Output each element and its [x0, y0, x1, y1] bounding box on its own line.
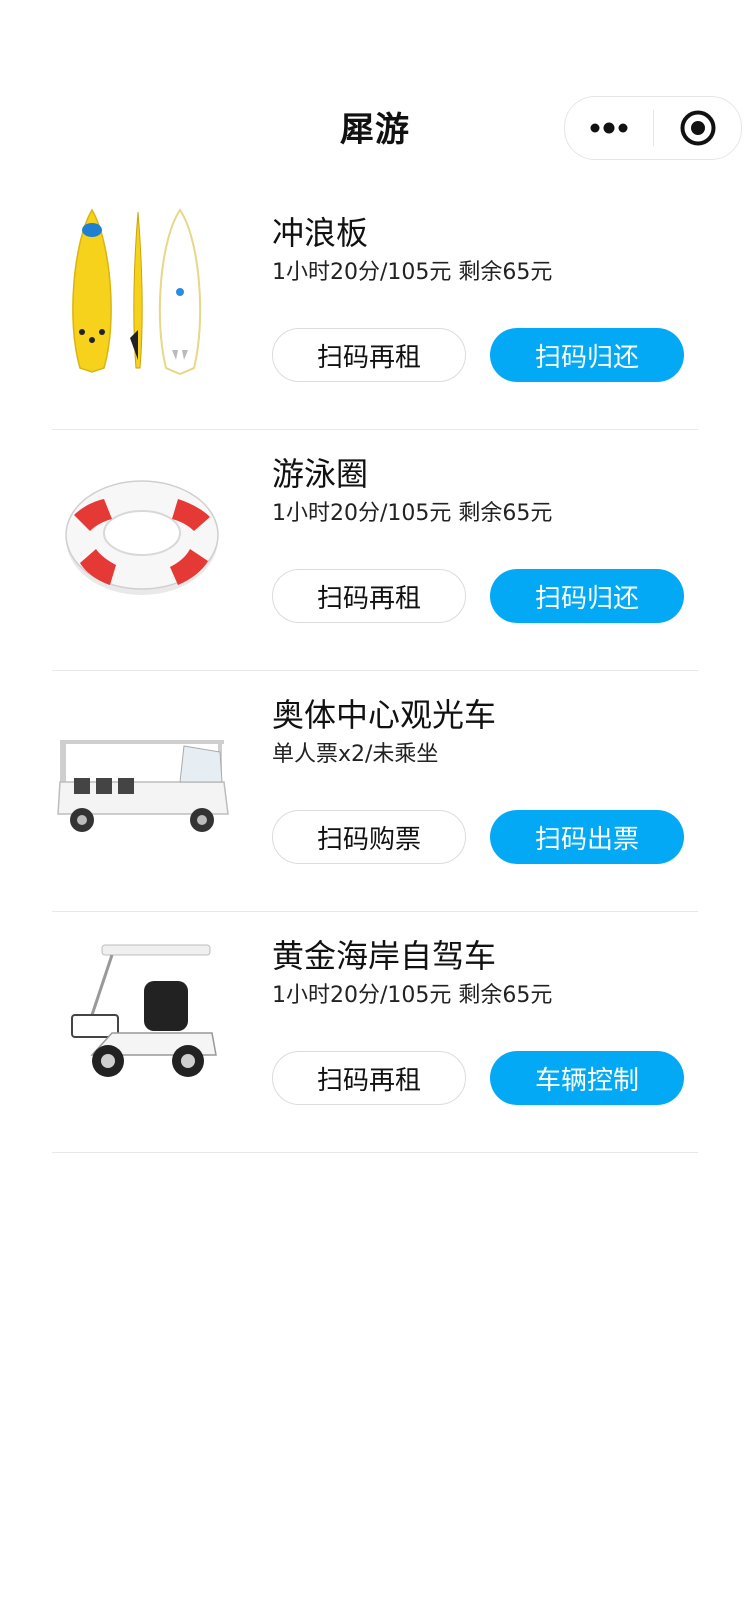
list-item: 奥体中心观光车 单人票x2/未乘坐 扫码购票 扫码出票: [52, 672, 698, 912]
item-name: 游泳圈: [272, 455, 369, 493]
item-desc: 1小时20分/105元 剩余65元: [272, 983, 553, 1008]
mobility-scooter-image: [52, 923, 232, 1103]
list-item: 黄金海岸自驾车 1小时20分/105元 剩余65元 扫码再租 车辆控制: [52, 913, 698, 1153]
page: 犀游 冲浪板 1小时20分/105元 剩余65元 扫码再租 扫码归还 游泳圈 1…: [0, 0, 750, 1624]
list-item: 冲浪板 1小时20分/105元 剩余65元 扫码再租 扫码归还: [52, 190, 698, 430]
swim-ring-image: [52, 441, 232, 621]
rent-again-button[interactable]: 扫码再租: [272, 328, 466, 382]
rent-again-button[interactable]: 扫码再租: [272, 1051, 466, 1105]
more-button[interactable]: [565, 97, 653, 159]
item-desc: 单人票x2/未乘坐: [272, 742, 439, 767]
buy-ticket-button[interactable]: 扫码购票: [272, 810, 466, 864]
nav-bar: 犀游: [0, 90, 750, 162]
item-desc: 1小时20分/105元 剩余65元: [272, 501, 553, 526]
mini-program-capsule: [564, 96, 742, 160]
item-desc: 1小时20分/105元 剩余65元: [272, 260, 553, 285]
rent-again-button[interactable]: 扫码再租: [272, 569, 466, 623]
return-button[interactable]: 扫码归还: [490, 328, 684, 382]
more-dots-icon: [590, 122, 628, 134]
close-button[interactable]: [654, 97, 741, 159]
vehicle-control-button[interactable]: 车辆控制: [490, 1051, 684, 1105]
rental-list: 冲浪板 1小时20分/105元 剩余65元 扫码再租 扫码归还 游泳圈 1小时2…: [52, 190, 698, 1154]
surfboard-image: [52, 200, 232, 380]
sightseeing-cart-image: [52, 682, 232, 862]
list-item: 游泳圈 1小时20分/105元 剩余65元 扫码再租 扫码归还: [52, 431, 698, 671]
return-button[interactable]: 扫码归还: [490, 569, 684, 623]
item-name: 奥体中心观光车: [272, 696, 497, 734]
item-name: 黄金海岸自驾车: [272, 937, 497, 975]
target-circle-icon: [680, 110, 715, 146]
item-name: 冲浪板: [272, 214, 369, 252]
issue-ticket-button[interactable]: 扫码出票: [490, 810, 684, 864]
